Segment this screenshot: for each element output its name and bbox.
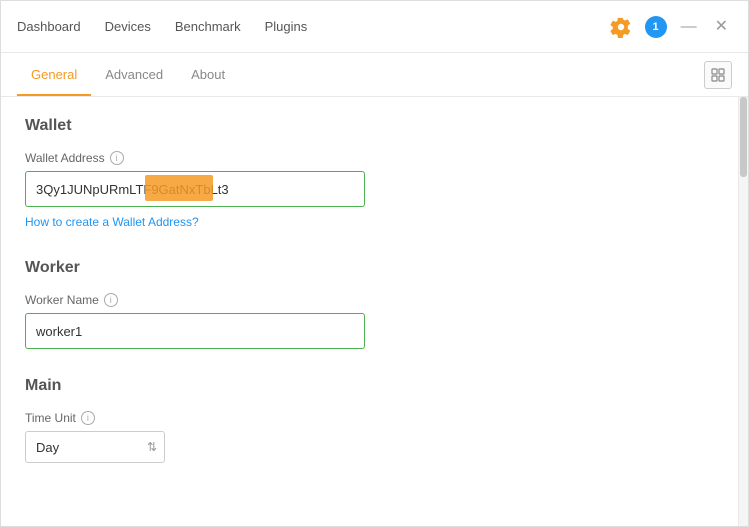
main-section-title: Main <box>25 377 714 395</box>
nav-devices[interactable]: Devices <box>105 15 151 38</box>
wallet-address-info-icon[interactable]: i <box>110 151 124 165</box>
tab-advanced[interactable]: Advanced <box>91 55 177 96</box>
title-bar-controls: 1 — ✕ <box>607 13 732 41</box>
scrollbar[interactable] <box>738 97 748 526</box>
wallet-section-title: Wallet <box>25 117 714 135</box>
wallet-address-label: Wallet Address i <box>25 151 714 165</box>
main-section: Main Time Unit i Day Hour Minute ⇅ <box>25 377 714 463</box>
create-wallet-link[interactable]: How to create a Wallet Address? <box>25 215 199 229</box>
time-unit-label: Time Unit i <box>25 411 714 425</box>
settings-icon[interactable] <box>607 13 635 41</box>
title-bar: Dashboard Devices Benchmark Plugins 1 — … <box>1 1 748 53</box>
worker-name-info-icon[interactable]: i <box>104 293 118 307</box>
tab-general[interactable]: General <box>17 55 91 96</box>
grid-icon <box>711 68 725 82</box>
nav-dashboard[interactable]: Dashboard <box>17 15 81 38</box>
grid-view-button[interactable] <box>704 61 732 89</box>
worker-section: Worker Worker Name i <box>25 259 714 349</box>
worker-name-label: Worker Name i <box>25 293 714 307</box>
wallet-input-wrapper <box>25 171 365 207</box>
time-unit-select[interactable]: Day Hour Minute <box>25 431 165 463</box>
scroll-content: Wallet Wallet Address i How to create a … <box>1 97 738 526</box>
minimize-button[interactable]: — <box>677 17 701 37</box>
nav-benchmark[interactable]: Benchmark <box>175 15 241 38</box>
content-area: Wallet Wallet Address i How to create a … <box>1 97 748 526</box>
time-unit-select-wrapper: Day Hour Minute ⇅ <box>25 431 165 463</box>
time-unit-info-icon[interactable]: i <box>81 411 95 425</box>
close-button[interactable]: ✕ <box>711 17 732 37</box>
nav-items: Dashboard Devices Benchmark Plugins <box>17 15 607 38</box>
wallet-address-input[interactable] <box>25 171 365 207</box>
tab-bar: General Advanced About <box>1 53 748 97</box>
notification-badge[interactable]: 1 <box>645 16 667 38</box>
tab-about[interactable]: About <box>177 55 239 96</box>
worker-section-title: Worker <box>25 259 714 277</box>
app-window: Dashboard Devices Benchmark Plugins 1 — … <box>0 0 749 527</box>
wallet-section: Wallet Wallet Address i How to create a … <box>25 117 714 231</box>
scrollbar-thumb[interactable] <box>740 97 747 177</box>
nav-plugins[interactable]: Plugins <box>265 15 308 38</box>
tabs: General Advanced About <box>17 55 239 95</box>
worker-name-input[interactable] <box>25 313 365 349</box>
